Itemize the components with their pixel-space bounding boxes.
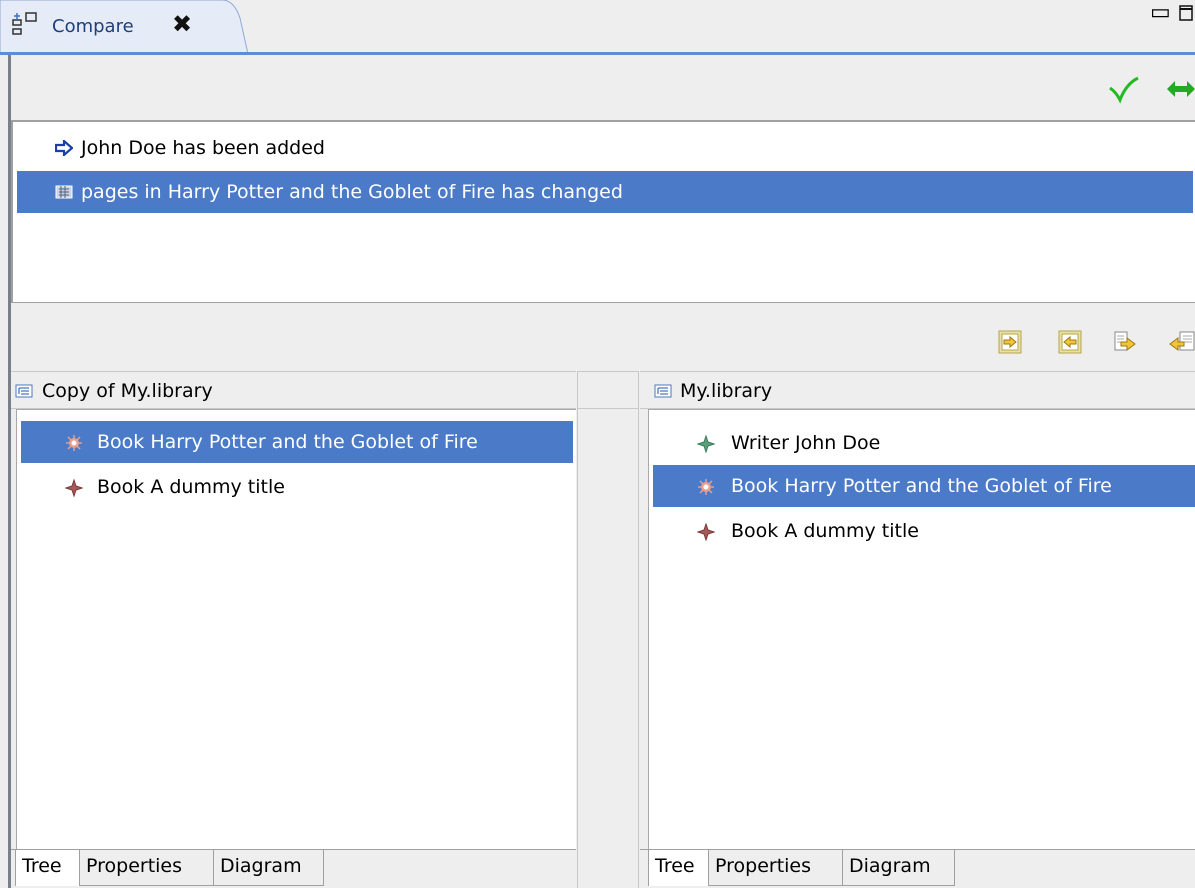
tree-item-label: Book Harry Potter and the Goblet of Fire (731, 475, 1112, 497)
compare-editor-icon (12, 12, 37, 35)
differences-list: John Doe has been added pages in Harry P… (11, 120, 1195, 303)
tree-item-book[interactable]: Book A dummy title (653, 510, 1195, 552)
changed-element-icon (698, 479, 714, 495)
tree-item-book[interactable]: Book A dummy title (21, 466, 573, 508)
structure-toolbar (11, 56, 1195, 120)
copy-all-to-left-icon[interactable] (1058, 330, 1082, 354)
right-pane-title: My.library (680, 380, 773, 402)
pane-margin (640, 409, 648, 849)
tree-item-book[interactable]: Book Harry Potter and the Goblet of Fire (653, 465, 1195, 507)
left-model-tree[interactable]: Book Harry Potter and the Goblet of Fire… (16, 409, 576, 849)
right-model-tree[interactable]: Writer John Doe Book Harry Potter and th… (648, 409, 1195, 849)
tree-item-label: Book A dummy title (731, 520, 919, 542)
bidirectional-arrow-icon[interactable] (1167, 80, 1195, 98)
check-icon[interactable] (1108, 76, 1140, 104)
difference-item[interactable]: John Doe has been added (17, 127, 1193, 169)
copy-current-to-left-icon[interactable] (1168, 330, 1195, 354)
maximize-icon[interactable] (1178, 4, 1195, 22)
attribute-change-icon (55, 185, 73, 199)
left-pane-title: Copy of My.library (42, 380, 213, 402)
add-arrow-icon (55, 140, 73, 156)
tree-item-label: Writer John Doe (731, 432, 881, 454)
element-icon (697, 523, 715, 541)
tab-underline (0, 52, 1195, 55)
left-pane-tabs: Tree Properties Diagram (11, 849, 576, 888)
minimize-icon[interactable]: ▭ (1150, 2, 1171, 24)
difference-label: John Doe has been added (81, 137, 325, 159)
tree-item-writer[interactable]: Writer John Doe (653, 422, 1195, 464)
tab-diagram[interactable]: Diagram (843, 850, 955, 886)
right-pane-header: My.library (640, 371, 1195, 409)
copy-all-to-right-icon[interactable] (998, 330, 1022, 354)
tab-diagram[interactable]: Diagram (214, 850, 324, 886)
element-icon (65, 479, 83, 497)
center-gutter-header (577, 371, 639, 409)
tab-properties[interactable]: Properties (709, 850, 843, 886)
difference-item[interactable]: pages in Harry Potter and the Goblet of … (17, 171, 1193, 213)
center-gutter (577, 409, 639, 888)
left-pane-header: Copy of My.library (11, 371, 576, 409)
tree-item-book[interactable]: Book Harry Potter and the Goblet of Fire (21, 421, 573, 463)
changed-element-icon (66, 435, 82, 451)
added-element-icon (697, 435, 715, 453)
copy-current-to-right-icon[interactable] (1113, 330, 1137, 354)
tab-title[interactable]: Compare (52, 16, 134, 37)
tree-item-label: Book A dummy title (97, 476, 285, 498)
difference-label: pages in Harry Potter and the Goblet of … (81, 181, 623, 203)
model-file-icon (654, 384, 672, 398)
tab-tree[interactable]: Tree (648, 850, 709, 886)
tab-properties[interactable]: Properties (80, 850, 214, 886)
tab-tree[interactable]: Tree (15, 850, 80, 886)
tree-item-label: Book Harry Potter and the Goblet of Fire (97, 431, 478, 453)
right-pane-tabs: Tree Properties Diagram (640, 849, 1195, 888)
close-tab-icon[interactable]: ✖ (172, 12, 192, 36)
model-file-icon (15, 384, 33, 398)
